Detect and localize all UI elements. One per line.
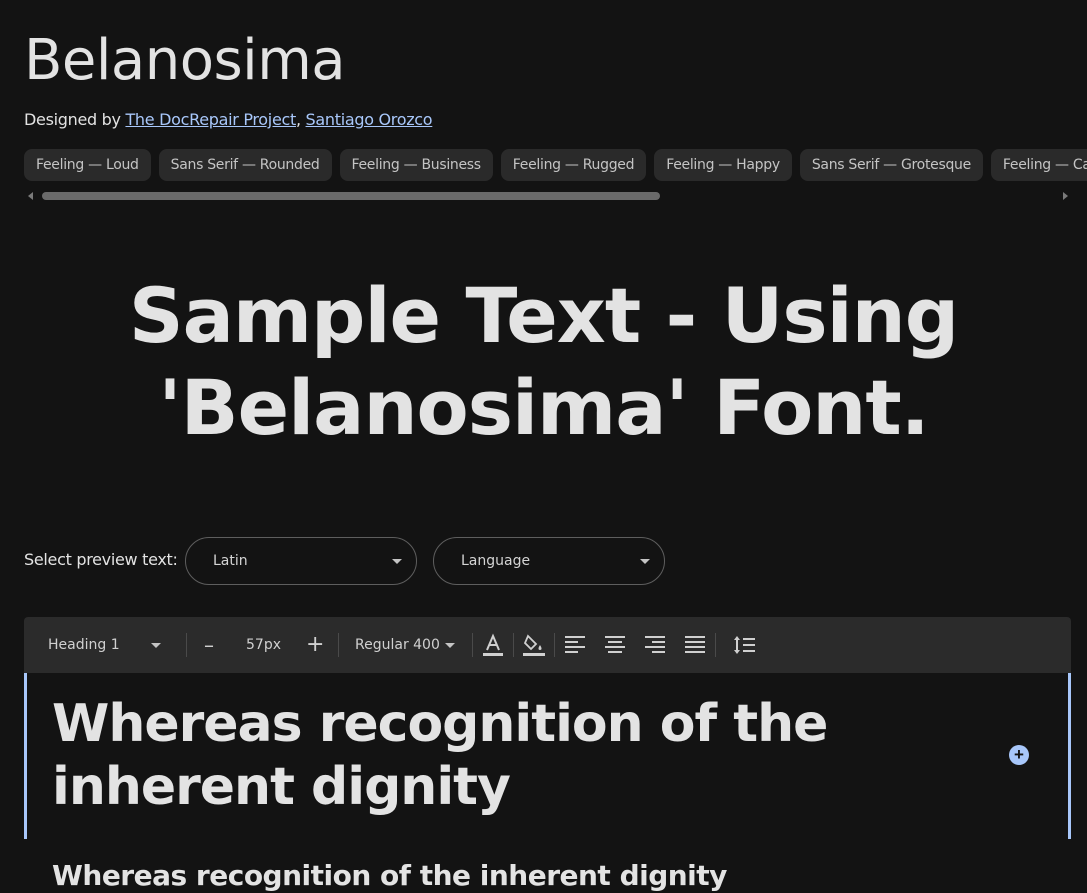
- tag-chip[interactable]: Feeling — Business: [339, 149, 493, 181]
- preview-text-label: Select preview text:: [24, 550, 178, 569]
- increase-size-button[interactable]: +: [306, 617, 324, 673]
- text-style-value: Heading 1: [48, 637, 120, 653]
- tag-chip[interactable]: Sans Serif — Grotesque: [799, 149, 983, 181]
- tag-list: Feeling — Loud Sans Serif — Rounded Feelin…: [24, 149, 1087, 182]
- scroll-right-icon[interactable]: [1063, 192, 1068, 200]
- align-justify-icon[interactable]: [685, 636, 705, 654]
- align-left-icon[interactable]: [565, 636, 585, 654]
- preview-editor[interactable]: Whereas recognition of the inherent dign…: [24, 673, 1071, 839]
- scroll-thumb[interactable]: [42, 192, 660, 200]
- tag-scrollbar[interactable]: [24, 190, 1072, 202]
- chevron-down-icon: [445, 643, 455, 648]
- designer-link-santiago-orozco[interactable]: Santiago Orozco: [306, 110, 433, 129]
- highlight-color-icon[interactable]: [522, 633, 546, 657]
- editor-toolbar: Heading 1 – 57px + Regular 400: [24, 617, 1071, 673]
- sample-text-line-1: Sample Text - Using: [128, 271, 959, 360]
- sample-text-line-2: 'Belanosima' Font.: [158, 363, 929, 452]
- designer-separator: ,: [295, 110, 306, 129]
- font-title: Belanosima: [24, 28, 346, 93]
- toolbar-divider: [338, 633, 339, 657]
- designer-link-docrepair[interactable]: The DocRepair Project: [125, 110, 296, 129]
- add-icon[interactable]: +: [1009, 745, 1029, 765]
- align-right-icon[interactable]: [645, 636, 665, 654]
- language-select[interactable]: Language: [433, 537, 665, 585]
- designed-by-label: Designed by: [24, 110, 126, 129]
- text-style-select[interactable]: Heading 1: [48, 617, 188, 673]
- font-size-value[interactable]: 57px: [246, 617, 281, 673]
- toolbar-divider: [513, 633, 514, 657]
- decrease-size-button[interactable]: –: [204, 617, 214, 673]
- toolbar-divider: [472, 633, 473, 657]
- editor-text[interactable]: Whereas recognition of the inherent dign…: [52, 693, 952, 819]
- tag-chip[interactable]: Feeling — Calm: [990, 149, 1087, 181]
- chevron-down-icon: [151, 643, 161, 648]
- script-select[interactable]: Latin: [185, 537, 417, 585]
- sample-text: Sample Text - Using 'Belanosima' Font.: [0, 270, 1087, 454]
- line-height-icon[interactable]: [733, 635, 755, 655]
- chevron-down-icon: [392, 559, 402, 564]
- script-select-value: Latin: [213, 553, 248, 569]
- toolbar-divider: [186, 633, 187, 657]
- toolbar-divider: [715, 633, 716, 657]
- text-color-icon[interactable]: [482, 633, 504, 657]
- tag-chip[interactable]: Feeling — Happy: [654, 149, 792, 181]
- tag-chip[interactable]: Feeling — Loud: [24, 149, 151, 181]
- toolbar-divider: [554, 633, 555, 657]
- font-weight-value: Regular 400: [355, 637, 440, 653]
- tag-chip[interactable]: Feeling — Rugged: [500, 149, 647, 181]
- language-select-value: Language: [461, 553, 531, 569]
- designer-credits: Designed by The DocRepair Project, Santi…: [24, 110, 433, 130]
- scroll-left-icon[interactable]: [28, 192, 33, 200]
- tag-chip[interactable]: Sans Serif — Rounded: [158, 149, 332, 181]
- subsequent-preview-text[interactable]: Whereas recognition of the inherent dign…: [52, 858, 727, 893]
- align-center-icon[interactable]: [605, 636, 625, 654]
- chevron-down-icon: [640, 559, 650, 564]
